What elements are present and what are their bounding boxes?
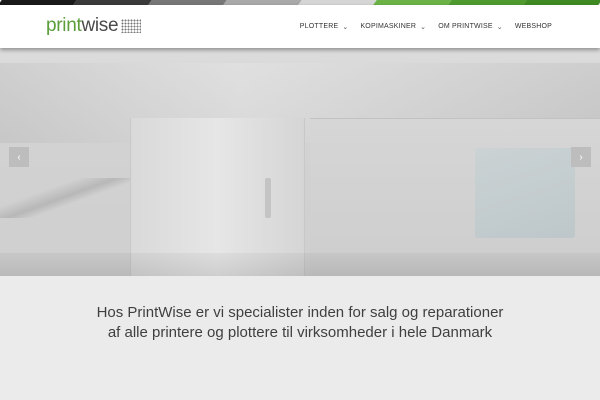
tagline-line-1: Hos PrintWise er vi specialister inden f…: [96, 304, 504, 321]
nav-item-label: WEBSHOP: [514, 23, 552, 30]
nav-item-webshop[interactable]: WEBSHOP: [515, 23, 552, 30]
hero-image-base: [0, 253, 600, 276]
nav-item-label: PLOTTERE: [299, 23, 339, 30]
intro-section: Hos PrintWise er vi specialister inden f…: [0, 276, 600, 400]
chevron-left-icon: ‹: [17, 151, 21, 163]
hero-image-handle: [265, 178, 271, 218]
nav-item-plottere[interactable]: PLOTTERE ⌄: [300, 23, 349, 31]
hero-image-tray: [0, 178, 150, 218]
chevron-down-icon: ⌄: [420, 23, 427, 31]
chevron-down-icon: ⌄: [496, 23, 503, 31]
chevron-down-icon: ⌄: [342, 23, 349, 31]
tagline-line-2: af alle printere og plottere til virksom…: [107, 324, 493, 341]
nav-item-kopimaskiner[interactable]: KOPIMASKINER ⌄: [360, 23, 426, 31]
logo-dot-grid-icon: [121, 19, 142, 33]
hero-slider: ‹ ›: [0, 48, 600, 276]
chevron-right-icon: ›: [579, 151, 583, 163]
slider-prev-button[interactable]: ‹: [9, 147, 29, 167]
printwise-logo[interactable]: printwise: [46, 15, 142, 37]
nav-item-om-printwise[interactable]: OM PRINTWISE ⌄: [438, 23, 503, 31]
nav-item-label: OM PRINTWISE: [438, 23, 493, 30]
hero-image-screen: [475, 148, 575, 238]
intro-tagline: Hos PrintWise er vi specialister inden f…: [0, 303, 600, 343]
site-header: printwise PLOTTERE ⌄ KOPIMASKINER ⌄ OM P…: [0, 5, 600, 48]
logo-wise: wise: [81, 15, 119, 36]
logo-wordmark: printwise: [46, 15, 119, 37]
slider-next-button[interactable]: ›: [571, 147, 591, 167]
main-nav: PLOTTERE ⌄ KOPIMASKINER ⌄ OM PRINTWISE ⌄…: [300, 5, 552, 48]
logo-print: print: [46, 15, 82, 36]
nav-item-label: KOPIMASKINER: [360, 23, 417, 30]
